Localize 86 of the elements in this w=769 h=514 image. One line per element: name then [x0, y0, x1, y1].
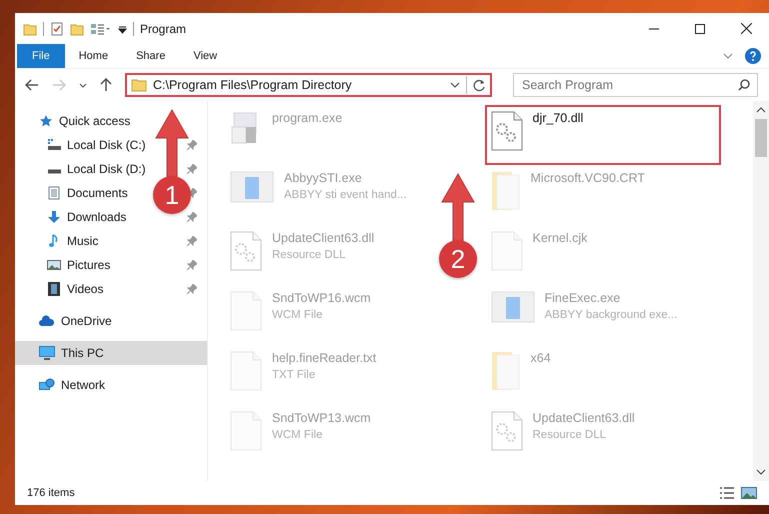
file-name: SndToWP13.wcm: [272, 411, 371, 425]
pin-icon[interactable]: [187, 164, 197, 174]
up-arrow-icon[interactable]: [100, 78, 112, 92]
file-name: Kernel.cjk: [532, 231, 588, 245]
drive-icon: [47, 138, 61, 152]
file-icon: [230, 411, 262, 451]
details-view-icon[interactable]: [719, 486, 735, 500]
customize-icon[interactable]: [90, 22, 112, 36]
file-item[interactable]: djr_70.dll: [484, 105, 720, 165]
search-field[interactable]: Search Program: [513, 73, 758, 97]
file-description: ABBYY sti event hand...: [284, 189, 407, 201]
scrollbar-thumb[interactable]: [755, 119, 767, 157]
file-name: help.fineReader.txt: [272, 351, 376, 365]
sidebar-item[interactable]: Documents: [67, 186, 128, 200]
sidebar-item[interactable]: Local Disk (C:): [67, 138, 146, 152]
gear-file-icon: [490, 111, 522, 151]
star-icon: [39, 114, 53, 128]
search-icon[interactable]: [738, 79, 750, 91]
file-description: Resource DLL: [532, 429, 608, 441]
sidebar-item[interactable]: Pictures: [67, 258, 110, 272]
file-description: ABBYY background exe...: [544, 309, 678, 321]
help-icon[interactable]: [745, 48, 761, 64]
pin-icon[interactable]: [187, 284, 197, 294]
file-name: djr_70.dll: [532, 111, 584, 125]
sidebar-item[interactable]: Videos: [67, 282, 104, 296]
file-icon: [230, 351, 262, 391]
document-icon: [47, 186, 61, 200]
picture-icon: [47, 258, 61, 272]
gear-file-icon: [490, 411, 522, 451]
file-name: SndToWP16.wcm: [272, 291, 371, 305]
item-count: 176 items: [27, 487, 75, 499]
window-icon: [490, 291, 534, 323]
thumbnail-view-icon[interactable]: [741, 486, 757, 500]
dropdown-arrow-icon[interactable]: [118, 24, 127, 34]
scroll-up-icon[interactable]: [756, 107, 766, 113]
sidebar-item[interactable]: Local Disk (D:): [67, 162, 146, 176]
file-name: program.exe: [272, 111, 342, 125]
sidebar-item[interactable]: Quick access: [59, 114, 130, 128]
close-icon: [740, 23, 752, 34]
ribbon-tab[interactable]: File: [17, 44, 65, 68]
file-description: WCM File: [272, 309, 324, 321]
film-icon: [47, 282, 61, 296]
sidebar-item[interactable]: Downloads: [67, 210, 126, 224]
pin-icon[interactable]: [187, 260, 197, 270]
file-description: Resource DLL: [272, 249, 347, 261]
window-icon: [230, 171, 274, 203]
gear-file-icon: [230, 231, 262, 271]
folder-icon: [131, 78, 147, 92]
network-icon: [39, 378, 55, 392]
scroll-down-icon[interactable]: [756, 469, 766, 475]
sidebar-item[interactable]: Music: [67, 234, 98, 248]
address-bar[interactable]: C:\Program Files\Program Directory: [125, 73, 492, 97]
file-description: WCM File: [272, 429, 324, 441]
drive-icon: [47, 168, 61, 174]
file-name: UpdateClient63.dll: [272, 231, 374, 245]
chevron-down-icon[interactable]: [450, 82, 460, 88]
file-name: UpdateClient63.dll: [532, 411, 635, 425]
file-icon: [230, 291, 262, 331]
ribbon-tab[interactable]: Home: [64, 44, 122, 68]
pin-icon[interactable]: [187, 236, 197, 246]
properties-icon[interactable]: [50, 22, 64, 36]
file-description: TXT File: [272, 369, 316, 381]
monitor-icon: [39, 346, 55, 360]
refresh-icon[interactable]: [473, 78, 486, 92]
file-name: Microsoft.VC90.CRT: [530, 171, 645, 185]
pin-icon[interactable]: [187, 140, 197, 150]
pin-icon[interactable]: [187, 212, 197, 222]
file-name: x64: [530, 351, 551, 365]
maximize-icon: [695, 24, 705, 34]
file-name: FineExec.exe: [544, 291, 622, 305]
file-name: AbbyySTI.exe: [284, 171, 363, 185]
cloud-icon: [39, 315, 55, 327]
back-arrow-icon[interactable]: [25, 79, 39, 91]
ribbon-tab[interactable]: Share: [122, 44, 180, 68]
file-icon: [490, 231, 522, 271]
ribbon-tab[interactable]: View: [179, 44, 232, 68]
window-title: Program: [140, 22, 186, 36]
sidebar-item[interactable]: Network: [61, 378, 106, 392]
sidebar-item[interactable]: This PC: [61, 346, 104, 360]
minimize-icon: [649, 28, 659, 30]
down-arrow-icon: [47, 210, 61, 224]
chevron-down-icon[interactable]: [79, 82, 87, 88]
scrollbar[interactable]: [753, 101, 769, 481]
sidebar-item[interactable]: OneDrive: [61, 314, 112, 328]
folder-icon: [490, 171, 520, 211]
folder-icon: [490, 351, 520, 391]
